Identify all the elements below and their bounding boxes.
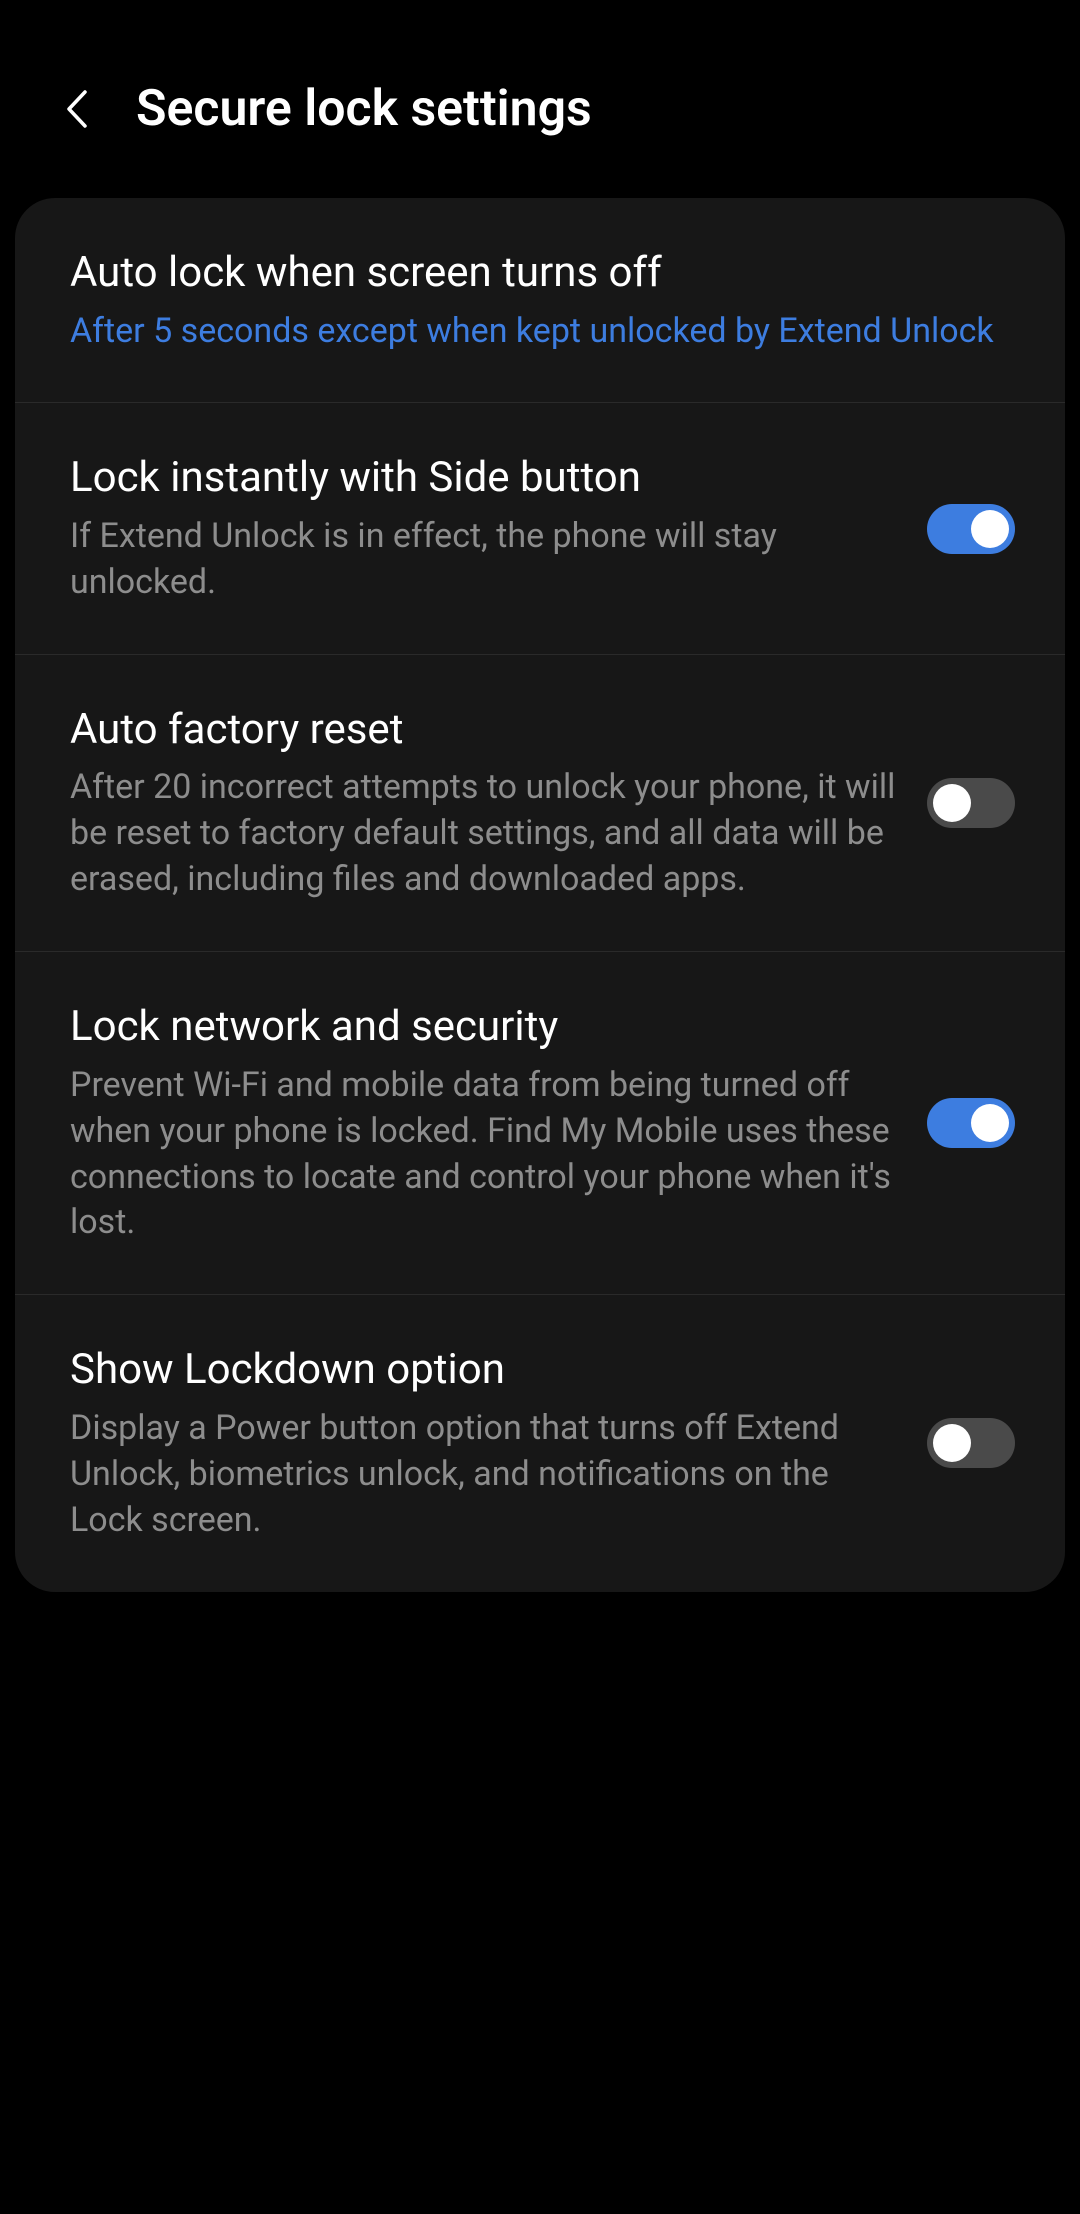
- setting-subtitle: Display a Power button option that turns…: [70, 1406, 897, 1544]
- toggle-knob: [971, 510, 1009, 548]
- setting-title: Auto lock when screen turns off: [70, 246, 1015, 301]
- setting-text: Auto lock when screen turns off After 5 …: [70, 246, 1015, 354]
- page-title: Secure lock settings: [136, 80, 592, 138]
- setting-text: Lock network and security Prevent Wi-Fi …: [70, 1000, 897, 1246]
- toggle-knob: [971, 1104, 1009, 1142]
- setting-lock-network[interactable]: Lock network and security Prevent Wi-Fi …: [15, 952, 1065, 1295]
- header: Secure lock settings: [0, 0, 1080, 188]
- setting-text: Lock instantly with Side button If Exten…: [70, 451, 897, 605]
- setting-subtitle: If Extend Unlock is in effect, the phone…: [70, 514, 897, 606]
- toggle-lock-network[interactable]: [927, 1098, 1015, 1148]
- setting-text: Show Lockdown option Display a Power but…: [70, 1343, 897, 1543]
- toggle-auto-factory-reset[interactable]: [927, 778, 1015, 828]
- setting-subtitle: After 5 seconds except when kept unlocke…: [70, 309, 1015, 355]
- setting-text: Auto factory reset After 20 incorrect at…: [70, 703, 897, 903]
- chevron-left-icon: [63, 88, 93, 130]
- setting-lock-instantly[interactable]: Lock instantly with Side button If Exten…: [15, 403, 1065, 654]
- setting-title: Lock instantly with Side button: [70, 451, 897, 506]
- setting-subtitle: After 20 incorrect attempts to unlock yo…: [70, 765, 897, 903]
- toggle-knob: [933, 1424, 971, 1462]
- setting-title: Lock network and security: [70, 1000, 897, 1055]
- setting-auto-lock[interactable]: Auto lock when screen turns off After 5 …: [15, 198, 1065, 403]
- setting-auto-factory-reset[interactable]: Auto factory reset After 20 incorrect at…: [15, 655, 1065, 952]
- toggle-knob: [933, 784, 971, 822]
- setting-title: Show Lockdown option: [70, 1343, 897, 1398]
- setting-title: Auto factory reset: [70, 703, 897, 758]
- settings-card: Auto lock when screen turns off After 5 …: [15, 198, 1065, 1592]
- back-button[interactable]: [60, 91, 96, 127]
- setting-subtitle: Prevent Wi-Fi and mobile data from being…: [70, 1063, 897, 1247]
- setting-show-lockdown[interactable]: Show Lockdown option Display a Power but…: [15, 1295, 1065, 1591]
- toggle-show-lockdown[interactable]: [927, 1418, 1015, 1468]
- toggle-lock-instantly[interactable]: [927, 504, 1015, 554]
